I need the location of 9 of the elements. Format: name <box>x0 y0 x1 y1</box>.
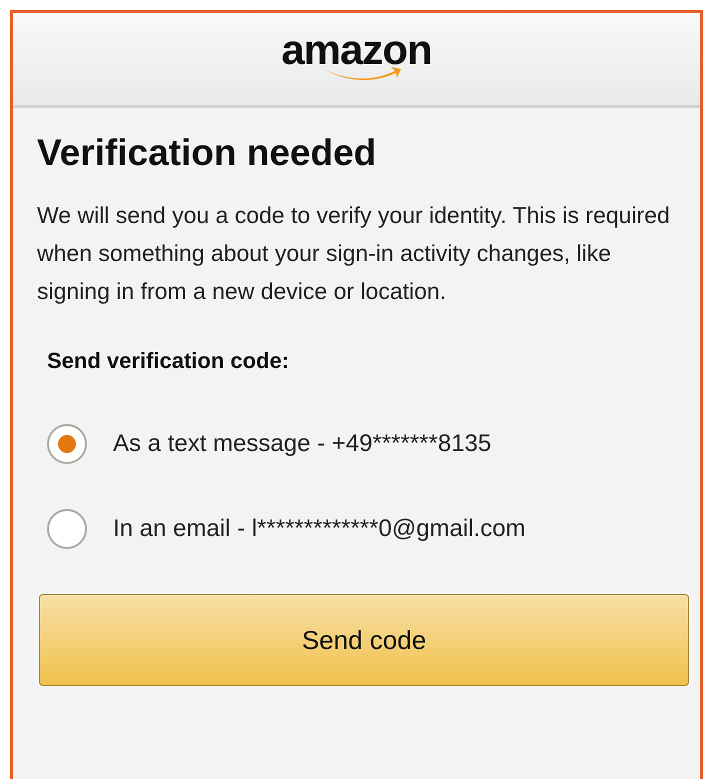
option-label[interactable]: In an email - l*************0@gmail.com <box>113 515 526 543</box>
radio-button[interactable] <box>47 424 87 464</box>
logo-text: amazon <box>281 29 432 71</box>
option-label[interactable]: As a text message - +49*******8135 <box>113 430 492 458</box>
description-text: We will send you a code to verify your identity. This is required when something about your sign-in activity changes, like signing in from a new device or location. <box>37 201 671 306</box>
page-title: Verification needed <box>37 132 378 174</box>
radio-button[interactable] <box>47 509 87 549</box>
options-label: Send verification code: <box>47 348 290 374</box>
send-code-button[interactable]: Send code <box>39 594 689 686</box>
